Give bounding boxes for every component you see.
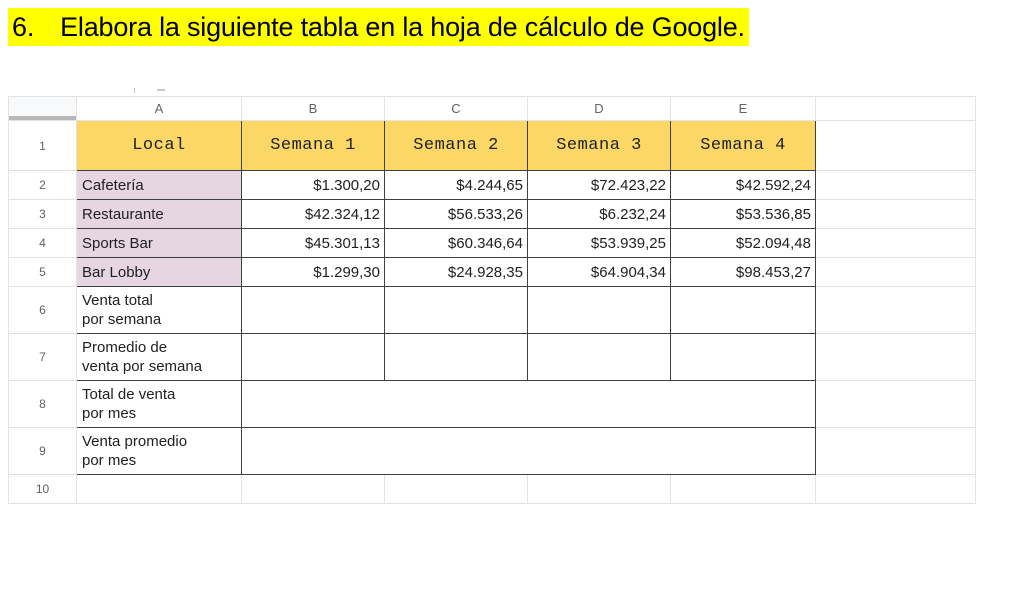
value-bar-lobby-semana-3[interactable]: $64.904,34 [527, 257, 671, 287]
label-line-1: Total de venta [82, 386, 176, 403]
input-venta-promedio-mes-merged[interactable] [241, 427, 816, 475]
header-cell-semana-1[interactable]: Semana 1 [241, 120, 385, 171]
label-total-de-venta-por-mes[interactable]: Total de venta por mes [76, 380, 242, 428]
label-venta-total-por-semana[interactable]: Venta total por semana [76, 286, 242, 334]
row-header-9[interactable]: 9 [8, 427, 77, 475]
value-cafeteria-semana-1[interactable]: $1.300,20 [241, 170, 385, 200]
sheet-row-10: 10 [8, 474, 976, 504]
value-sports-bar-semana-1[interactable]: $45.301,13 [241, 228, 385, 258]
label-line-1: Venta promedio [82, 433, 188, 450]
local-name-restaurante[interactable]: Restaurante [76, 199, 242, 229]
local-name-bar-lobby[interactable]: Bar Lobby [76, 257, 242, 287]
clipped-artifact-tick [134, 88, 135, 93]
header-cell-semana-2[interactable]: Semana 2 [384, 120, 528, 171]
header-cell-semana-3[interactable]: Semana 3 [527, 120, 671, 171]
sheet-row-5: 5 Bar Lobby $1.299,30 $24.928,35 $64.904… [8, 257, 976, 287]
column-header-e[interactable]: E [670, 96, 816, 121]
instruction-number: 6. [12, 11, 35, 42]
input-promedio-semana-3[interactable] [527, 333, 671, 381]
row-header-5[interactable]: 5 [8, 257, 77, 287]
input-venta-total-semana-2[interactable] [384, 286, 528, 334]
value-bar-lobby-semana-2[interactable]: $24.928,35 [384, 257, 528, 287]
empty-cell-f8[interactable] [815, 380, 976, 428]
sheet-row-1: 1 Local Semana 1 Semana 2 Semana 3 Seman… [8, 120, 976, 171]
column-header-b[interactable]: B [241, 96, 385, 121]
spreadsheet-grid[interactable]: A B C D E 1 Local Semana 1 Semana 2 Sema… [8, 96, 1016, 546]
row-header-4[interactable]: 4 [8, 228, 77, 258]
local-name-sports-bar[interactable]: Sports Bar [76, 228, 242, 258]
sheet-row-2: 2 Cafetería $1.300,20 $4.244,65 $72.423,… [8, 170, 976, 200]
instruction-text: Elabora la siguiente tabla en la hoja de… [60, 11, 745, 42]
row-header-1[interactable]: 1 [8, 120, 77, 171]
row-header-6[interactable]: 6 [8, 286, 77, 334]
label-promedio-de-venta-por-semana[interactable]: Promedio de venta por semana [76, 333, 242, 381]
value-sports-bar-semana-2[interactable]: $60.346,64 [384, 228, 528, 258]
sheet-row-4: 4 Sports Bar $45.301,13 $60.346,64 $53.9… [8, 228, 976, 258]
column-header-a[interactable]: A [76, 96, 242, 121]
row-header-7[interactable]: 7 [8, 333, 77, 381]
column-header-row: A B C D E [8, 96, 976, 121]
label-line-2: por semana [82, 311, 162, 328]
column-header-f[interactable] [815, 96, 976, 121]
input-promedio-semana-2[interactable] [384, 333, 528, 381]
input-venta-total-semana-4[interactable] [670, 286, 816, 334]
value-sports-bar-semana-4[interactable]: $52.094,48 [670, 228, 816, 258]
sheet-row-6: 6 Venta total por semana [8, 286, 976, 334]
value-restaurante-semana-2[interactable]: $56.533,26 [384, 199, 528, 229]
value-sports-bar-semana-3[interactable]: $53.939,25 [527, 228, 671, 258]
header-cell-local[interactable]: Local [76, 120, 242, 171]
empty-cell-e10[interactable] [670, 474, 816, 504]
label-line-1: Promedio de [82, 339, 168, 356]
value-cafeteria-semana-3[interactable]: $72.423,22 [527, 170, 671, 200]
sheet-row-7: 7 Promedio de venta por semana [8, 333, 976, 381]
input-promedio-semana-1[interactable] [241, 333, 385, 381]
label-line-1: Venta total [82, 292, 153, 309]
empty-cell-f1[interactable] [815, 120, 976, 171]
empty-cell-c10[interactable] [384, 474, 528, 504]
input-promedio-semana-4[interactable] [670, 333, 816, 381]
input-venta-total-semana-3[interactable] [527, 286, 671, 334]
input-total-venta-mes-merged[interactable] [241, 380, 816, 428]
value-restaurante-semana-4[interactable]: $53.536,85 [670, 199, 816, 229]
label-line-2: por mes [82, 452, 137, 469]
label-venta-promedio-por-mes[interactable]: Venta promedio por mes [76, 427, 242, 475]
value-bar-lobby-semana-1[interactable]: $1.299,30 [241, 257, 385, 287]
label-line-2: venta por semana [82, 358, 203, 375]
empty-cell-f9[interactable] [815, 427, 976, 475]
row-header-3[interactable]: 3 [8, 199, 77, 229]
sheet-table: A B C D E 1 Local Semana 1 Semana 2 Sema… [8, 96, 976, 504]
empty-cell-f6[interactable] [815, 286, 976, 334]
row-header-8[interactable]: 8 [8, 380, 77, 428]
local-name-cafeteria[interactable]: Cafetería [76, 170, 242, 200]
sheet-row-8: 8 Total de venta por mes [8, 380, 976, 428]
empty-cell-f3[interactable] [815, 199, 976, 229]
empty-cell-f2[interactable] [815, 170, 976, 200]
column-header-c[interactable]: C [384, 96, 528, 121]
empty-cell-d10[interactable] [527, 474, 671, 504]
column-header-d[interactable]: D [527, 96, 671, 121]
sheet-row-3: 3 Restaurante $42.324,12 $56.533,26 $6.2… [8, 199, 976, 229]
header-cell-semana-4[interactable]: Semana 4 [670, 120, 816, 171]
empty-cell-f5[interactable] [815, 257, 976, 287]
row-header-10[interactable]: 10 [8, 474, 77, 504]
value-bar-lobby-semana-4[interactable]: $98.453,27 [670, 257, 816, 287]
empty-cell-f4[interactable] [815, 228, 976, 258]
instruction-banner: 6. Elabora la siguiente tabla en la hoja… [8, 8, 749, 46]
empty-cell-a10[interactable] [76, 474, 242, 504]
sheet-row-9: 9 Venta promedio por mes [8, 427, 976, 475]
empty-cell-f10[interactable] [815, 474, 976, 504]
value-cafeteria-semana-2[interactable]: $4.244,65 [384, 170, 528, 200]
select-all-corner[interactable] [8, 96, 77, 121]
empty-cell-b10[interactable] [241, 474, 385, 504]
empty-cell-f7[interactable] [815, 333, 976, 381]
value-restaurante-semana-1[interactable]: $42.324,12 [241, 199, 385, 229]
corner-selection-bar [9, 116, 76, 120]
input-venta-total-semana-1[interactable] [241, 286, 385, 334]
clipped-artifact-dash [157, 89, 165, 91]
value-cafeteria-semana-4[interactable]: $42.592,24 [670, 170, 816, 200]
value-restaurante-semana-3[interactable]: $6.232,24 [527, 199, 671, 229]
label-line-2: por mes [82, 405, 137, 422]
row-header-2[interactable]: 2 [8, 170, 77, 200]
